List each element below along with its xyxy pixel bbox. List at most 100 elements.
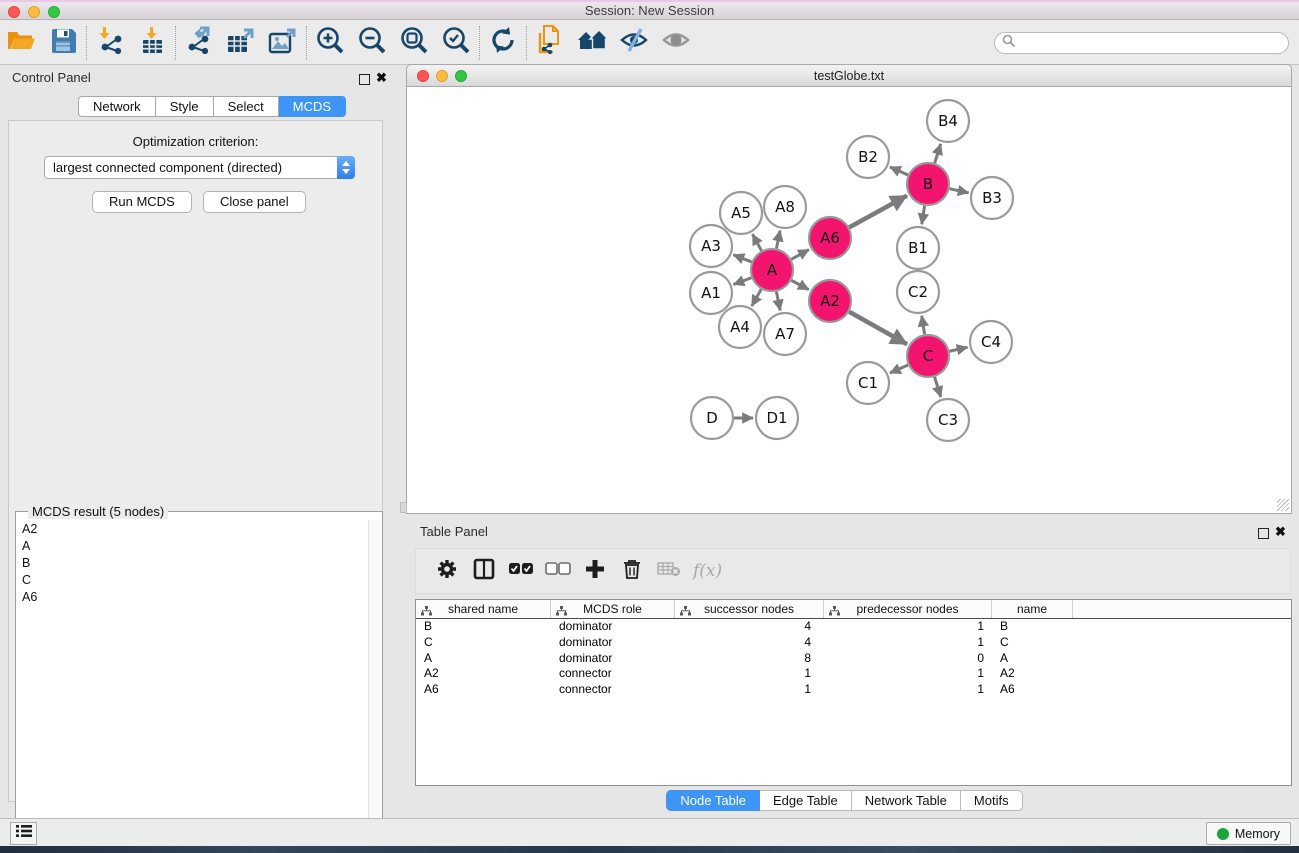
delete-table-button[interactable] — [650, 553, 687, 589]
network-canvas[interactable]: B4B2BB3A8A5A6A3B1AC2A1A2A4A7C4CC1DD1C3 — [406, 87, 1292, 514]
graph-node-A7[interactable]: A7 — [764, 313, 806, 355]
graph-edge-B-B3[interactable] — [949, 189, 968, 193]
graph-node-A4[interactable]: A4 — [719, 306, 761, 348]
table-row[interactable]: A2connector11A2 — [416, 666, 1291, 682]
minimize-traffic-light[interactable] — [28, 6, 40, 18]
add-row-button[interactable] — [576, 553, 613, 589]
tab-network-table[interactable]: Network Table — [852, 790, 961, 811]
graph-node-A6[interactable]: A6 — [809, 217, 851, 259]
graph-edge-C-C1[interactable] — [890, 365, 908, 373]
hide-graphics-details-button[interactable] — [613, 24, 655, 62]
graph-node-C3[interactable]: C3 — [927, 399, 969, 441]
column-header-MCDS-role[interactable]: MCDS role — [551, 600, 675, 618]
import-table-button[interactable] — [131, 24, 173, 62]
graph-node-B1[interactable]: B1 — [897, 227, 939, 269]
show-columns-button[interactable] — [465, 553, 502, 589]
graph-node-B2[interactable]: B2 — [847, 136, 889, 178]
copy-network-button[interactable] — [529, 24, 571, 62]
graph-edge-B-B2[interactable] — [890, 167, 908, 175]
maximize-traffic-light[interactable] — [455, 70, 467, 82]
graph-node-C[interactable]: C — [907, 335, 949, 377]
column-header-name[interactable]: name — [992, 600, 1073, 618]
float-panel-icon[interactable] — [1258, 526, 1269, 544]
window-resize-grip[interactable] — [1277, 499, 1289, 511]
result-list-item[interactable]: A6 — [17, 588, 369, 605]
tab-node-table[interactable]: Node Table — [666, 790, 760, 811]
tab-select[interactable]: Select — [214, 96, 279, 117]
graph-node-A3[interactable]: A3 — [690, 225, 732, 267]
graph-edge-A6-B[interactable] — [849, 196, 907, 228]
minimize-traffic-light[interactable] — [436, 70, 448, 82]
graph-node-A8[interactable]: A8 — [764, 186, 806, 228]
search-field[interactable] — [994, 32, 1289, 54]
graph-node-A1[interactable]: A1 — [690, 272, 732, 314]
import-network-button[interactable] — [89, 24, 131, 62]
column-header-predecessor-nodes[interactable]: predecessor nodes — [824, 600, 992, 618]
graph-edge-C-C4[interactable] — [949, 347, 967, 351]
function-builder-button[interactable]: f(x) — [693, 561, 722, 581]
deselect-all-checks-button[interactable] — [539, 553, 576, 589]
graph-edge-C-C2[interactable] — [922, 316, 925, 335]
graph-edge-A-A1[interactable] — [733, 278, 751, 285]
close-traffic-light[interactable] — [8, 6, 20, 18]
tab-motifs[interactable]: Motifs — [961, 790, 1023, 811]
graph-node-B3[interactable]: B3 — [971, 177, 1013, 219]
home-view-button[interactable] — [571, 24, 613, 62]
save-session-button[interactable] — [42, 24, 84, 62]
task-history-button[interactable] — [10, 822, 37, 845]
graph-edge-A-A3[interactable] — [733, 255, 751, 262]
graph-node-A5[interactable]: A5 — [720, 192, 762, 234]
graph-edge-A2-C[interactable] — [849, 312, 907, 344]
graph-node-B[interactable]: B — [907, 163, 949, 205]
graph-edge-A-A6[interactable] — [791, 250, 809, 260]
zoom-selected-button[interactable] — [435, 24, 477, 62]
graph-node-C1[interactable]: C1 — [847, 362, 889, 404]
column-header-shared-name[interactable]: shared name — [416, 600, 551, 618]
graph-edge-C-C3[interactable] — [935, 377, 941, 397]
network-window-titlebar[interactable]: testGlobe.txt — [406, 64, 1292, 87]
tab-network[interactable]: Network — [78, 96, 156, 117]
result-list-item[interactable]: B — [17, 554, 369, 571]
zoom-out-button[interactable] — [351, 24, 393, 62]
graph-edge-A-A7[interactable] — [776, 292, 780, 311]
result-list-item[interactable]: A2 — [17, 520, 369, 537]
close-panel-icon[interactable]: ✖ — [1275, 526, 1286, 537]
graph-node-B4[interactable]: B4 — [927, 100, 969, 142]
export-network-button[interactable] — [178, 24, 220, 62]
close-panel-icon[interactable]: ✖ — [376, 72, 387, 83]
delete-rows-button[interactable] — [613, 553, 650, 589]
splitter-handle[interactable] — [400, 502, 407, 513]
graph-node-A[interactable]: A — [751, 249, 793, 291]
table-row[interactable]: Cdominator41C — [416, 635, 1291, 651]
select-all-checks-button[interactable] — [502, 553, 539, 589]
result-list-item[interactable]: C — [17, 571, 369, 588]
column-header-successor-nodes[interactable]: successor nodes — [675, 600, 824, 618]
export-table-button[interactable] — [220, 24, 262, 62]
tab-style[interactable]: Style — [156, 96, 214, 117]
close-traffic-light[interactable] — [417, 70, 429, 82]
close-panel-button[interactable]: Close panel — [203, 191, 306, 213]
run-mcds-button[interactable]: Run MCDS — [92, 191, 192, 213]
result-list-item[interactable]: A — [17, 537, 369, 554]
table-row[interactable]: Bdominator41B — [416, 619, 1291, 635]
table-row[interactable]: Adominator80A — [416, 651, 1291, 667]
open-session-button[interactable] — [0, 24, 42, 62]
graph-node-C4[interactable]: C4 — [970, 321, 1012, 363]
tab-edge-table[interactable]: Edge Table — [760, 790, 852, 811]
show-graphics-details-button[interactable] — [655, 24, 697, 62]
optimization-criterion-select[interactable]: largest connected component (directed) — [44, 156, 355, 179]
zoom-in-button[interactable] — [309, 24, 351, 62]
graph-edge-A-A8[interactable] — [776, 231, 780, 249]
table-options-gear-button[interactable] — [428, 553, 465, 589]
zoom-fit-button[interactable] — [393, 24, 435, 62]
tab-mcds[interactable]: MCDS — [279, 96, 346, 117]
float-panel-icon[interactable] — [359, 72, 370, 90]
search-input[interactable] — [1020, 36, 1288, 50]
result-list-scrollbar[interactable] — [368, 520, 381, 846]
graph-edge-B-B1[interactable] — [922, 206, 925, 225]
graph-edge-A-A4[interactable] — [752, 289, 761, 306]
maximize-traffic-light[interactable] — [48, 6, 60, 18]
refresh-view-button[interactable] — [482, 24, 524, 62]
graph-edge-A-A2[interactable] — [791, 280, 808, 289]
graph-edge-A-A5[interactable] — [752, 234, 761, 251]
